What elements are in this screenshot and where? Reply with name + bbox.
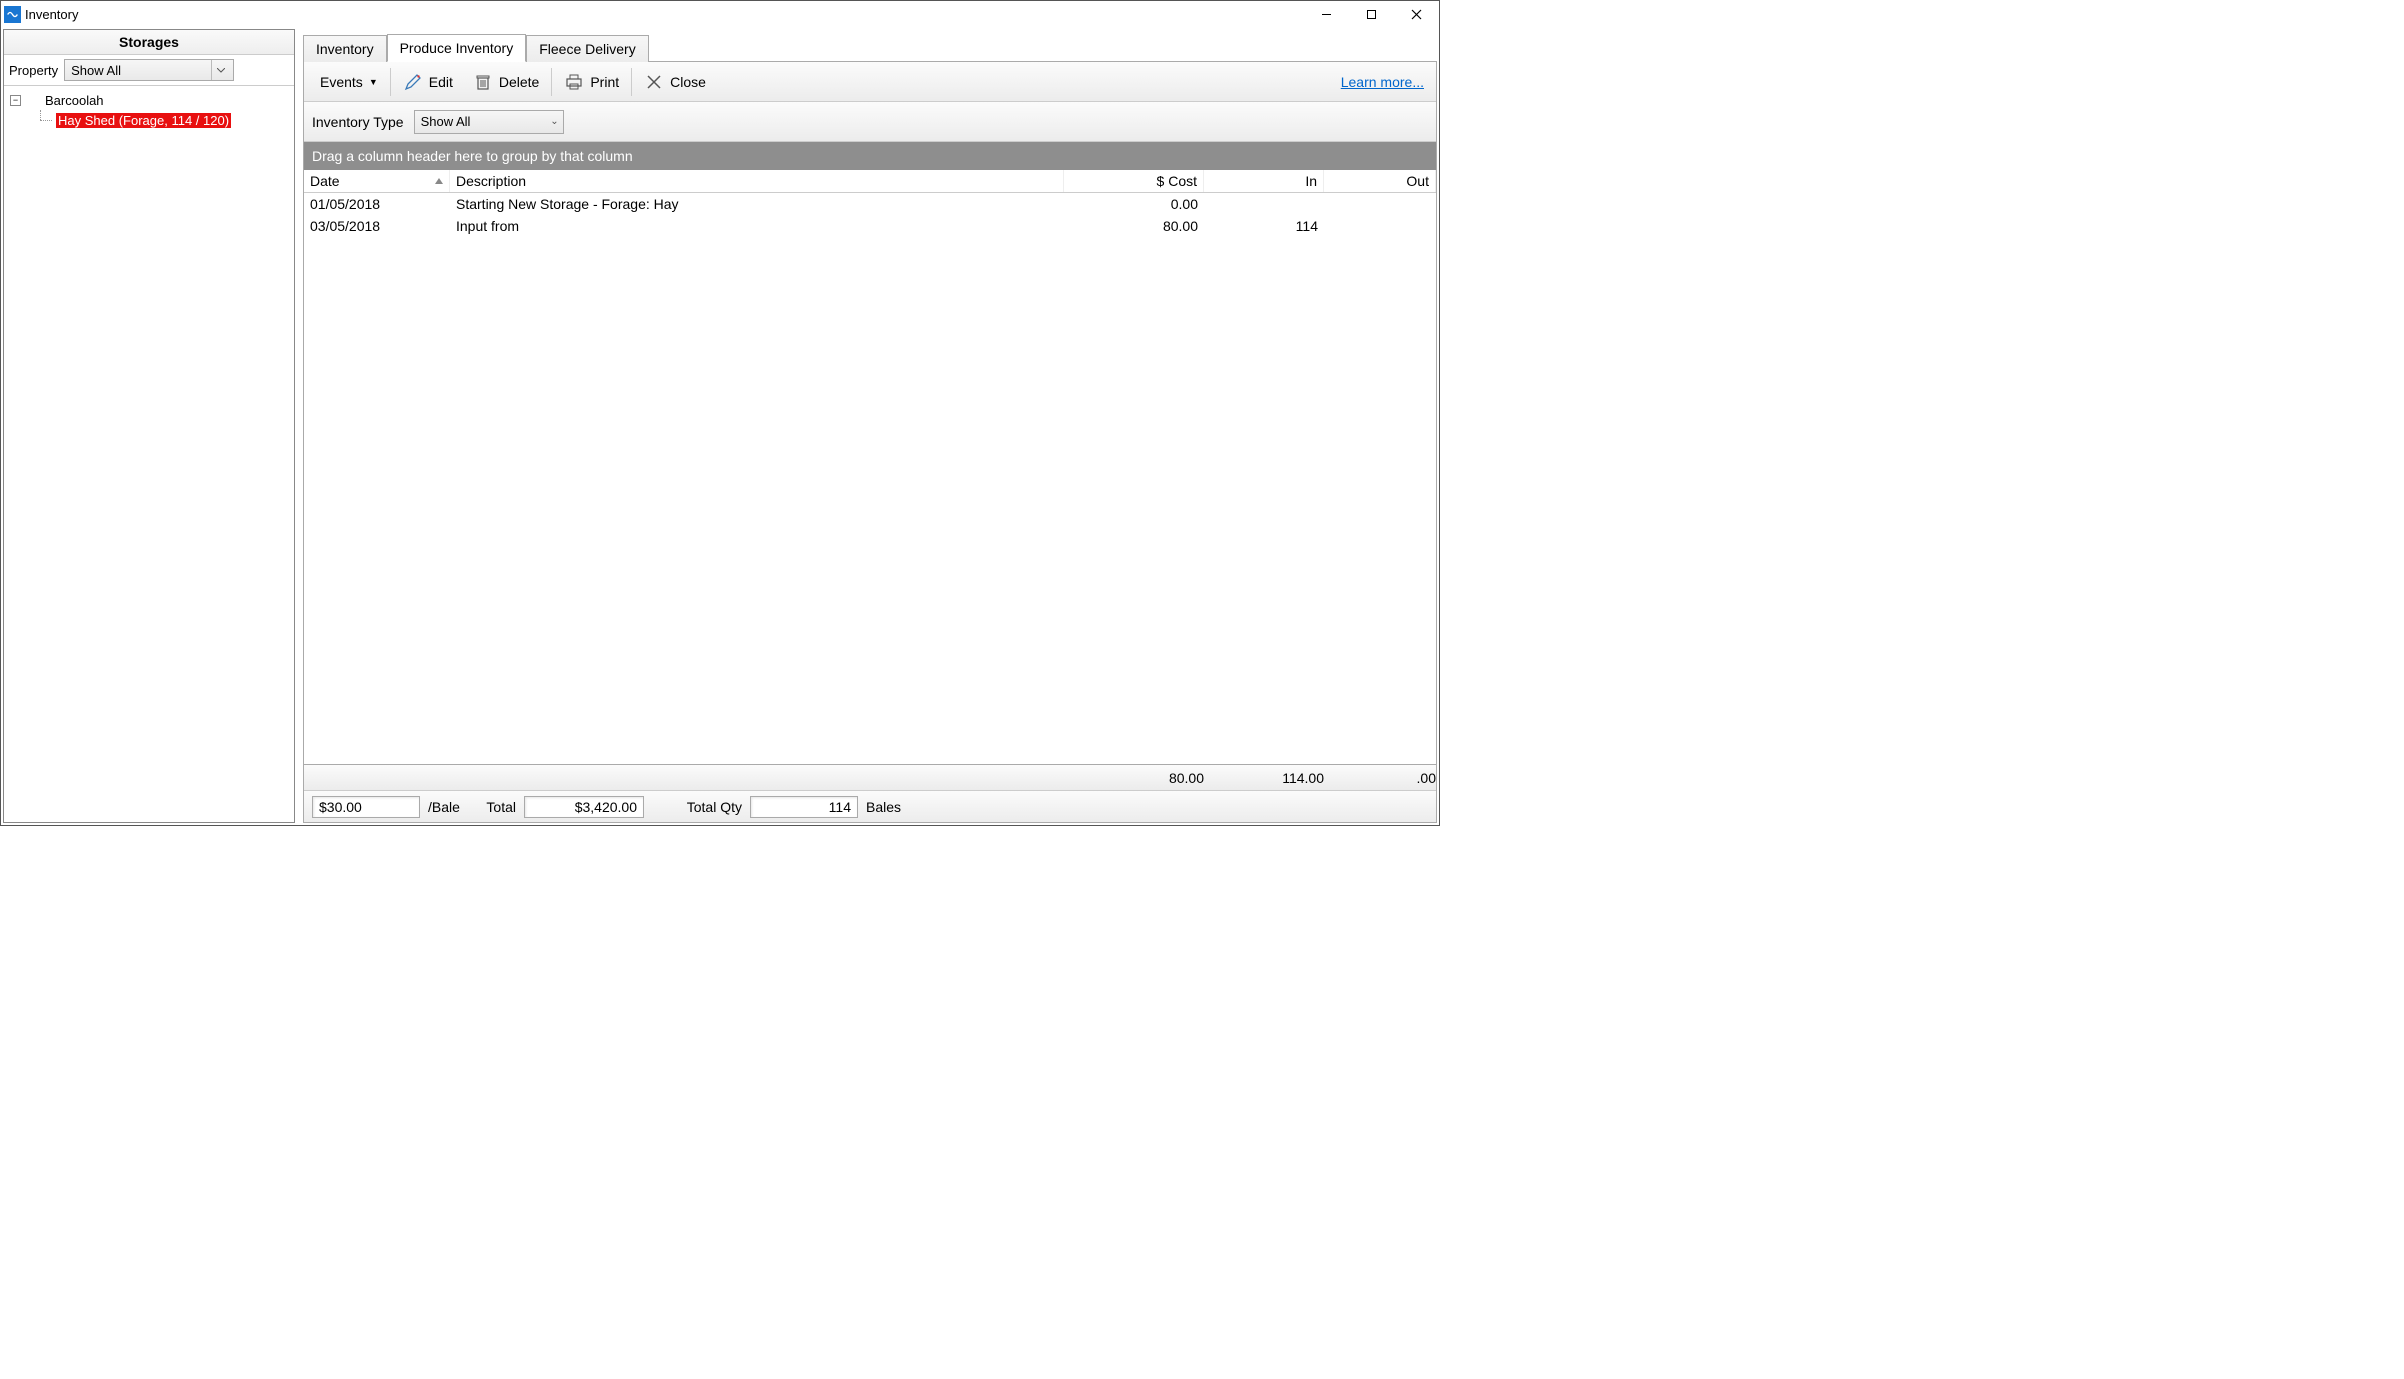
separator bbox=[551, 68, 552, 96]
tree-node-root[interactable]: − Barcoolah bbox=[6, 90, 292, 110]
tab-content: Events ▼ Edit Delete bbox=[303, 61, 1437, 823]
inventory-type-value: Show All bbox=[421, 114, 471, 129]
total-field: $3,420.00 bbox=[524, 796, 644, 818]
col-header-out[interactable]: Out bbox=[1324, 170, 1436, 192]
qty-unit-label: Bales bbox=[866, 799, 901, 815]
grid-header: Date Description $ Cost In Out bbox=[304, 170, 1436, 193]
table-row[interactable]: 01/05/2018 Starting New Storage - Forage… bbox=[304, 193, 1436, 215]
storages-header: Storages bbox=[4, 30, 294, 55]
total-qty-label: Total Qty bbox=[652, 799, 742, 815]
learn-more-link[interactable]: Learn more... bbox=[1341, 74, 1430, 90]
separator bbox=[390, 68, 391, 96]
chevron-down-icon: ⌄ bbox=[550, 116, 558, 127]
grid-body[interactable]: 01/05/2018 Starting New Storage - Forage… bbox=[304, 193, 1436, 764]
inventory-type-select[interactable]: Show All ⌄ bbox=[414, 110, 564, 134]
col-date-label: Date bbox=[310, 173, 340, 189]
cell-date: 01/05/2018 bbox=[304, 196, 450, 212]
separator bbox=[631, 68, 632, 96]
body-area: Storages Property Show All − Barcoolah bbox=[1, 27, 1439, 825]
trash-icon bbox=[473, 72, 493, 92]
edit-label: Edit bbox=[429, 74, 453, 90]
dropdown-triangle-icon: ▼ bbox=[369, 77, 378, 87]
footer-in: 114.00 bbox=[1204, 770, 1324, 786]
summary-bar: $30.00 /Bale Total $3,420.00 Total Qty 1… bbox=[304, 790, 1436, 822]
printer-icon bbox=[564, 72, 584, 92]
inventory-window: Inventory Storages Property Show All bbox=[0, 0, 1440, 826]
print-label: Print bbox=[590, 74, 619, 90]
tab-inventory[interactable]: Inventory bbox=[303, 35, 387, 62]
print-button[interactable]: Print bbox=[554, 64, 629, 100]
property-label: Property bbox=[9, 63, 58, 78]
group-by-bar[interactable]: Drag a column header here to group by th… bbox=[304, 142, 1436, 170]
footer-out: .00 bbox=[1324, 770, 1436, 786]
table-row[interactable]: 03/05/2018 Input from 80.00 114 bbox=[304, 215, 1436, 237]
unit-label: /Bale bbox=[428, 799, 468, 815]
tab-fleece-delivery[interactable]: Fleece Delivery bbox=[526, 35, 648, 62]
close-icon bbox=[644, 72, 664, 92]
storages-panel: Storages Property Show All − Barcoolah bbox=[3, 29, 295, 823]
cell-in: 114 bbox=[1204, 218, 1324, 234]
sort-asc-icon bbox=[435, 178, 443, 184]
cell-cost: 80.00 bbox=[1064, 218, 1204, 234]
tabs: Inventory Produce Inventory Fleece Deliv… bbox=[303, 33, 1437, 61]
tree-root-label: Barcoolah bbox=[43, 93, 106, 108]
pencil-icon bbox=[403, 72, 423, 92]
titlebar: Inventory bbox=[1, 1, 1439, 27]
col-header-cost[interactable]: $ Cost bbox=[1064, 170, 1204, 192]
tree-child-label: Hay Shed (Forage, 114 / 120) bbox=[56, 113, 231, 128]
maximize-button[interactable] bbox=[1349, 1, 1394, 27]
cell-description: Starting New Storage - Forage: Hay bbox=[450, 196, 1064, 212]
col-header-in[interactable]: In bbox=[1204, 170, 1324, 192]
tree-collapse-icon[interactable]: − bbox=[10, 95, 21, 106]
total-qty-field: 114 bbox=[750, 796, 858, 818]
grid-footer: 80.00 114.00 .00 bbox=[304, 764, 1436, 790]
window-title: Inventory bbox=[25, 7, 78, 22]
main-panel: Inventory Produce Inventory Fleece Deliv… bbox=[295, 29, 1437, 823]
close-button[interactable] bbox=[1394, 1, 1439, 27]
col-header-date[interactable]: Date bbox=[304, 170, 450, 192]
events-label: Events bbox=[320, 74, 363, 90]
toolbar: Events ▼ Edit Delete bbox=[304, 62, 1436, 102]
events-button[interactable]: Events ▼ bbox=[310, 64, 388, 100]
footer-cost: 80.00 bbox=[1064, 770, 1204, 786]
property-select[interactable]: Show All bbox=[64, 59, 234, 81]
delete-button[interactable]: Delete bbox=[463, 64, 549, 100]
app-icon bbox=[4, 6, 21, 23]
unit-price-field[interactable]: $30.00 bbox=[312, 796, 420, 818]
inventory-grid: Date Description $ Cost In Out 01/05/201… bbox=[304, 170, 1436, 822]
window-controls bbox=[1304, 1, 1439, 27]
property-select-value: Show All bbox=[71, 63, 121, 78]
tree-node-child[interactable]: Hay Shed (Forage, 114 / 120) bbox=[6, 110, 292, 130]
inventory-type-label: Inventory Type bbox=[312, 114, 404, 130]
close-tab-button[interactable]: Close bbox=[634, 64, 716, 100]
tree-connector bbox=[36, 110, 56, 130]
delete-label: Delete bbox=[499, 74, 539, 90]
cell-description: Input from bbox=[450, 218, 1064, 234]
col-header-description[interactable]: Description bbox=[450, 170, 1064, 192]
property-filter-row: Property Show All bbox=[4, 55, 294, 86]
total-label: Total bbox=[476, 799, 516, 815]
filter-row: Inventory Type Show All ⌄ bbox=[304, 102, 1436, 142]
edit-button[interactable]: Edit bbox=[393, 64, 463, 100]
cell-date: 03/05/2018 bbox=[304, 218, 450, 234]
minimize-button[interactable] bbox=[1304, 1, 1349, 27]
chevron-down-icon bbox=[211, 60, 229, 80]
storage-tree[interactable]: − Barcoolah Hay Shed (Forage, 114 / 120) bbox=[4, 86, 294, 822]
close-label: Close bbox=[670, 74, 706, 90]
cell-cost: 0.00 bbox=[1064, 196, 1204, 212]
tab-produce-inventory[interactable]: Produce Inventory bbox=[387, 34, 527, 62]
